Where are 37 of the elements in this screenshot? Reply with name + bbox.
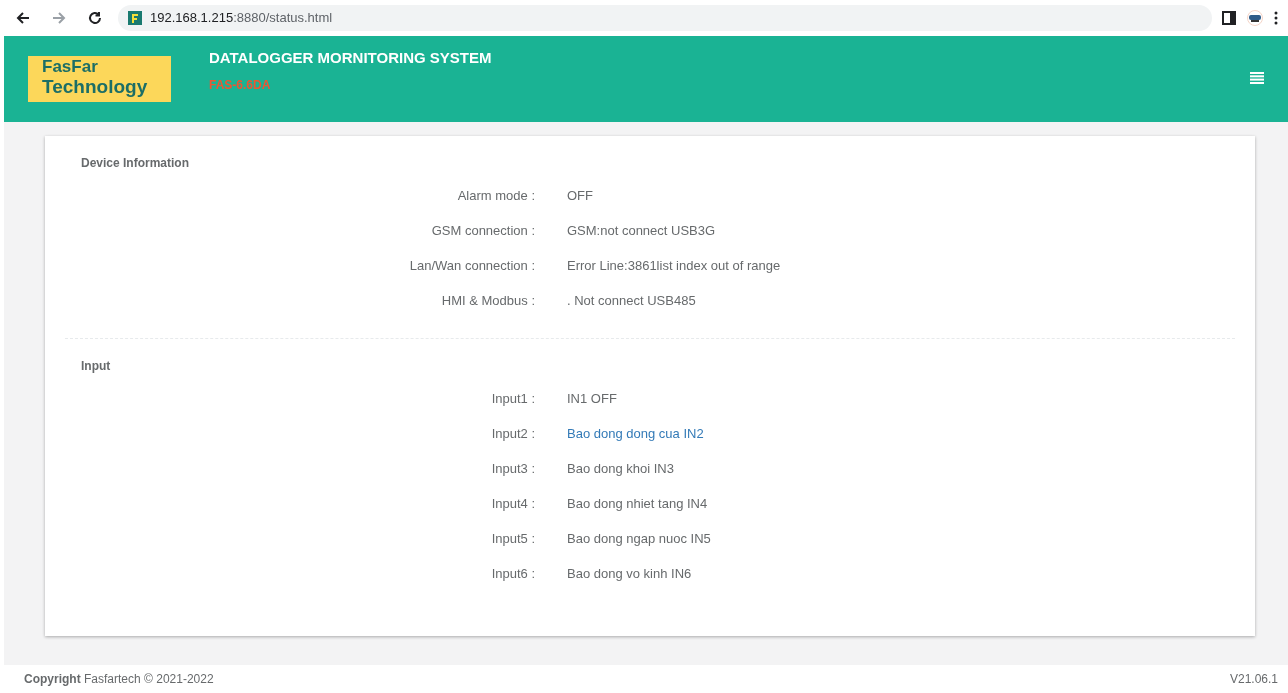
back-arrow-icon: [16, 11, 30, 25]
field-label: Input3 :: [490, 460, 535, 478]
field-value: . Not connect USB485: [567, 292, 696, 310]
field-value-link[interactable]: Bao dong dong cua IN2: [567, 424, 704, 444]
address-bar[interactable]: 192.168.1.215:8880/status.html: [118, 5, 1212, 31]
field-label: Input5 :: [490, 530, 535, 548]
car-icon[interactable]: [1246, 10, 1264, 26]
company-logo: FasFar Technology: [28, 56, 171, 102]
field-label: GSM connection :: [430, 222, 535, 240]
field-value: OFF: [567, 187, 593, 205]
field-value: GSM:not connect USB3G: [567, 222, 716, 240]
device-model: FAS-6.6DA: [209, 76, 272, 94]
reload-icon: [88, 11, 102, 25]
field-label: Input4 :: [490, 495, 535, 513]
menu-icon: [1250, 72, 1264, 84]
field-value: Bao dong khoi IN3: [567, 460, 674, 478]
field-label: HMI & Modbus :: [440, 292, 535, 310]
side-panel-icon[interactable]: [1222, 11, 1236, 25]
field-value: Bao dong nhiet tang IN4: [567, 495, 708, 513]
field-value: IN1 OFF: [567, 390, 617, 408]
more-menu-icon[interactable]: [1274, 11, 1278, 25]
site-favicon-icon: [128, 11, 142, 25]
menu-button[interactable]: [1250, 72, 1264, 84]
field-label: Input1 :: [490, 390, 535, 408]
version-text: V21.06.1: [1229, 671, 1278, 688]
field-label: Input6 :: [490, 565, 535, 583]
field-label: Alarm mode :: [456, 187, 535, 205]
field-value: Bao dong vo kinh IN6: [567, 565, 692, 583]
field-value: Bao dong ngap nuoc IN5: [567, 530, 711, 548]
section-title: Device Information: [80, 155, 191, 172]
copyright-text: Copyright Fasfartech © 2021-2022: [24, 671, 214, 688]
forward-arrow-icon: [52, 11, 66, 25]
field-label: Lan/Wan connection :: [408, 257, 535, 275]
section-title: Input: [80, 358, 112, 375]
field-label: Input2 :: [490, 425, 535, 443]
field-value: Error Line:3861list index out of range: [567, 257, 781, 275]
system-title: DATALOGGER MORNITORING SYSTEM: [209, 48, 492, 68]
